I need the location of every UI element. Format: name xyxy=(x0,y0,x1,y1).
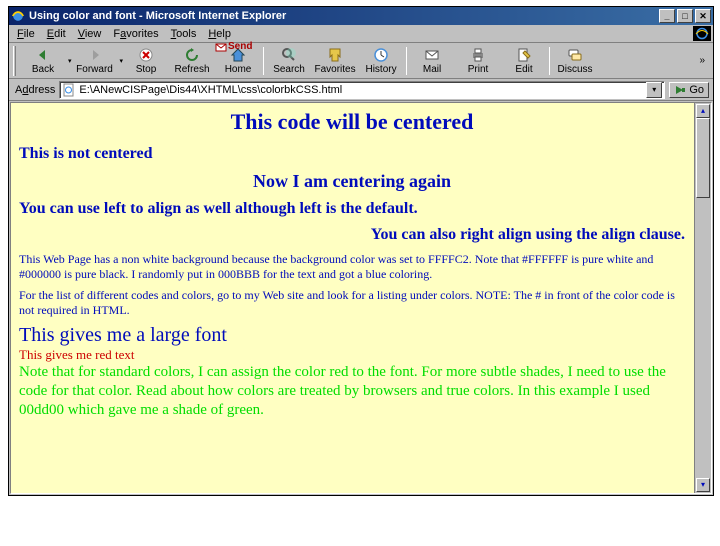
page-icon xyxy=(62,83,76,97)
address-value: E:\ANewCISPage\Dis44\XHTML\css\colorbkCS… xyxy=(79,84,342,96)
discuss-label: Discuss xyxy=(558,64,593,75)
search-icon xyxy=(281,46,297,64)
menu-view[interactable]: View xyxy=(72,27,108,41)
menu-help[interactable]: Help xyxy=(202,27,237,41)
refresh-icon xyxy=(184,46,200,64)
print-button[interactable]: Print xyxy=(455,46,501,76)
search-button[interactable]: Search xyxy=(266,46,312,76)
send-icon xyxy=(215,42,227,52)
favorites-button[interactable]: Favorites xyxy=(312,46,358,76)
text-large-font: This gives me a large font xyxy=(19,324,685,347)
text-green: Note that for standard colors, I can ass… xyxy=(19,363,685,419)
page-body: This code will be centered This is not c… xyxy=(19,109,703,419)
menubar: File Edit View Favorites Tools Help xyxy=(9,25,713,43)
forward-arrow-icon xyxy=(87,46,103,64)
edit-label: Edit xyxy=(515,64,532,75)
history-icon xyxy=(373,46,389,64)
close-button[interactable]: ✕ xyxy=(695,9,711,23)
paragraph-bg-explain: This Web Page has a non white background… xyxy=(19,252,685,282)
stop-icon xyxy=(138,46,154,64)
maximize-button[interactable]: □ xyxy=(677,9,693,23)
refresh-label: Refresh xyxy=(175,64,210,75)
ie-icon xyxy=(11,9,25,23)
back-button[interactable]: Back xyxy=(20,46,66,76)
mail-label: Mail xyxy=(423,64,441,75)
menu-favorites[interactable]: Favorites xyxy=(107,27,164,41)
text-red: This gives me red text xyxy=(19,347,685,363)
mail-button[interactable]: Mail xyxy=(409,46,455,76)
edit-button[interactable]: Edit xyxy=(501,46,547,76)
send-badge: Send xyxy=(215,41,252,52)
history-label: History xyxy=(365,64,396,75)
stop-label: Stop xyxy=(136,64,157,75)
mail-icon xyxy=(424,46,440,64)
toolbar-separator xyxy=(263,47,264,75)
go-button[interactable]: Go xyxy=(669,82,709,98)
minimize-button[interactable]: _ xyxy=(659,9,675,23)
heading-not-centered: This is not centered xyxy=(19,145,685,163)
stop-button[interactable]: Stop xyxy=(123,46,169,76)
go-icon xyxy=(674,84,686,96)
search-label: Search xyxy=(273,64,305,75)
menu-tools[interactable]: Tools xyxy=(165,27,203,41)
forward-button[interactable]: Forward xyxy=(72,46,118,76)
window-title: Using color and font - Microsoft Interne… xyxy=(29,10,659,22)
address-input[interactable]: E:\ANewCISPage\Dis44\XHTML\css\colorbkCS… xyxy=(59,81,665,99)
home-label: Home xyxy=(225,64,252,75)
address-label: Address xyxy=(15,84,55,96)
scroll-thumb[interactable] xyxy=(696,118,710,198)
toolbar-separator xyxy=(549,47,550,75)
heading-left-align: You can use left to align as well althou… xyxy=(19,200,685,218)
print-icon xyxy=(470,46,486,64)
favorites-icon xyxy=(327,46,343,64)
address-dropdown-icon[interactable]: ▾ xyxy=(646,82,662,98)
back-arrow-icon xyxy=(35,46,51,64)
toolbar: Back ▾ Forward ▾ Stop Refresh Home Searc… xyxy=(9,43,713,79)
menu-file[interactable]: File xyxy=(11,27,41,41)
history-button[interactable]: History xyxy=(358,46,404,76)
discuss-icon xyxy=(567,46,583,64)
edit-icon xyxy=(516,46,532,64)
toolbar-grip[interactable] xyxy=(13,46,16,76)
refresh-button[interactable]: Refresh xyxy=(169,46,215,76)
heading-centered: This code will be centered xyxy=(19,109,685,135)
address-bar: Address E:\ANewCISPage\Dis44\XHTML\css\c… xyxy=(9,79,713,101)
content-area: ▴ ▾ This code will be centered This is n… xyxy=(9,101,713,495)
print-label: Print xyxy=(468,64,489,75)
back-label: Back xyxy=(32,64,54,75)
ie-throbber-icon xyxy=(693,26,711,41)
heading-right-align: You can also right align using the align… xyxy=(19,226,685,244)
toolbar-overflow-icon[interactable]: » xyxy=(695,55,709,66)
scroll-down-button[interactable]: ▾ xyxy=(696,478,710,492)
forward-label: Forward xyxy=(76,64,113,75)
menu-edit[interactable]: Edit xyxy=(41,27,72,41)
titlebar: Using color and font - Microsoft Interne… xyxy=(9,7,713,25)
discuss-button[interactable]: Discuss xyxy=(552,46,598,76)
toolbar-separator xyxy=(406,47,407,75)
ie-window: Using color and font - Microsoft Interne… xyxy=(8,6,714,496)
favorites-label: Favorites xyxy=(314,64,355,75)
heading-centering-again: Now I am centering again xyxy=(19,171,685,192)
scroll-up-button[interactable]: ▴ xyxy=(696,104,710,118)
paragraph-color-list: For the list of different codes and colo… xyxy=(19,288,685,318)
page-viewport: ▴ ▾ This code will be centered This is n… xyxy=(10,102,712,494)
